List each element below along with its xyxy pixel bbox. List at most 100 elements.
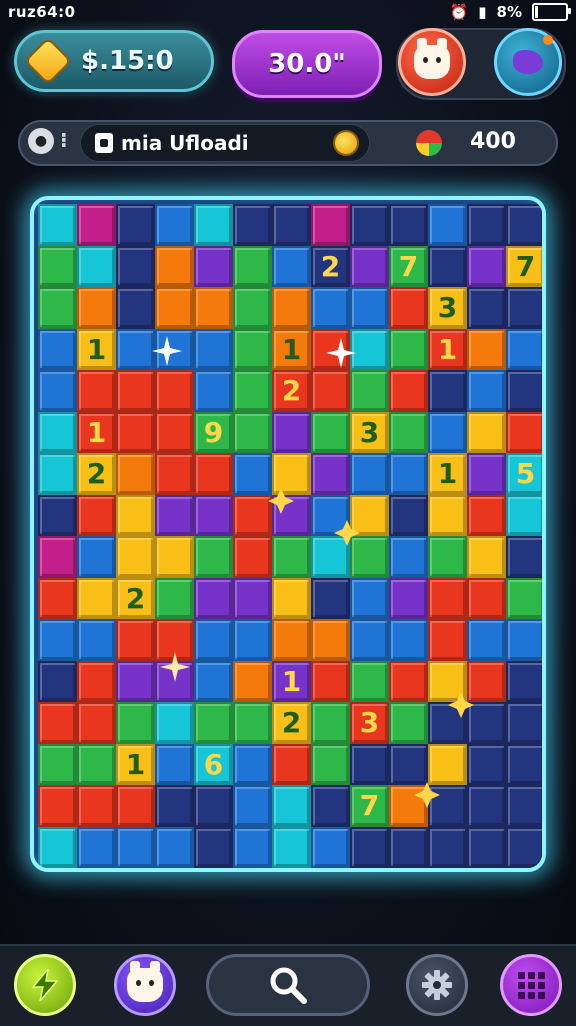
power-boost-button[interactable]: [14, 954, 76, 1016]
board-tile[interactable]: [311, 494, 350, 536]
board-tile[interactable]: [506, 287, 542, 329]
board-tile[interactable]: [194, 536, 233, 578]
numbered-tile[interactable]: 1: [77, 411, 116, 453]
board-tile[interactable]: [467, 370, 506, 412]
pet-button[interactable]: [114, 954, 176, 1016]
numbered-tile[interactable]: 2: [272, 370, 311, 412]
board-tile[interactable]: [116, 660, 155, 702]
numbered-tile[interactable]: 2: [77, 453, 116, 495]
numbered-tile[interactable]: 1: [116, 743, 155, 785]
board-tile[interactable]: [38, 536, 77, 578]
board-tile[interactable]: [506, 743, 542, 785]
board-tile[interactable]: [194, 245, 233, 287]
board-tile[interactable]: [194, 660, 233, 702]
board-tile[interactable]: [38, 328, 77, 370]
numbered-tile[interactable]: 2: [311, 245, 350, 287]
board-tile[interactable]: [233, 245, 272, 287]
board-tile[interactable]: [116, 370, 155, 412]
board-tile[interactable]: [116, 494, 155, 536]
board-tile[interactable]: [155, 204, 194, 246]
board-tile[interactable]: [350, 826, 389, 868]
board-tile[interactable]: [311, 328, 350, 370]
board-tile[interactable]: [38, 370, 77, 412]
board-tile[interactable]: [350, 536, 389, 578]
board-tile[interactable]: [77, 204, 116, 246]
player-avatar[interactable]: [398, 28, 466, 96]
board-tile[interactable]: [389, 536, 428, 578]
board-tile[interactable]: [311, 287, 350, 329]
board-tile[interactable]: [233, 453, 272, 495]
board-tile[interactable]: [428, 370, 467, 412]
numbered-tile[interactable]: 7: [389, 245, 428, 287]
board-tile[interactable]: [506, 785, 542, 827]
companion-avatar[interactable]: [494, 28, 562, 96]
board-tile[interactable]: [311, 536, 350, 578]
board-tile[interactable]: [389, 619, 428, 661]
board-tile[interactable]: [506, 370, 542, 412]
board-tile[interactable]: [38, 411, 77, 453]
board-tile[interactable]: [506, 494, 542, 536]
board-tile[interactable]: [77, 577, 116, 619]
board-tile[interactable]: [155, 577, 194, 619]
board-tile[interactable]: [233, 204, 272, 246]
board-tile[interactable]: [155, 245, 194, 287]
board-tile[interactable]: [272, 619, 311, 661]
board-tile[interactable]: [77, 785, 116, 827]
board-tile[interactable]: [155, 411, 194, 453]
board-tile[interactable]: [506, 619, 542, 661]
board-tile[interactable]: [467, 494, 506, 536]
board-tile[interactable]: [389, 826, 428, 868]
board-tile[interactable]: [467, 204, 506, 246]
board-tile[interactable]: [77, 743, 116, 785]
board-tile[interactable]: [467, 619, 506, 661]
board-tile[interactable]: [155, 619, 194, 661]
board-tile[interactable]: [389, 743, 428, 785]
board-tile[interactable]: [194, 204, 233, 246]
board-tile[interactable]: [272, 411, 311, 453]
board-tile[interactable]: [467, 826, 506, 868]
board-tile[interactable]: [467, 287, 506, 329]
board-tile[interactable]: [116, 204, 155, 246]
numbered-tile[interactable]: 6: [194, 743, 233, 785]
board-tile[interactable]: [194, 619, 233, 661]
board-tile[interactable]: [233, 328, 272, 370]
board-tile[interactable]: [311, 453, 350, 495]
board-tile[interactable]: [194, 494, 233, 536]
board-tile[interactable]: [272, 204, 311, 246]
board-tile[interactable]: [428, 743, 467, 785]
numbered-tile[interactable]: 2: [116, 577, 155, 619]
numbered-tile[interactable]: 3: [350, 411, 389, 453]
board-tile[interactable]: [506, 411, 542, 453]
board-tile[interactable]: [77, 619, 116, 661]
numbered-tile[interactable]: 3: [350, 702, 389, 744]
board-tile[interactable]: [38, 743, 77, 785]
board-tile[interactable]: [311, 204, 350, 246]
board-tile[interactable]: [428, 619, 467, 661]
board-tile[interactable]: [350, 328, 389, 370]
board-tile[interactable]: [467, 785, 506, 827]
board-tile[interactable]: [350, 453, 389, 495]
board-tile[interactable]: [389, 494, 428, 536]
board-tile[interactable]: [155, 826, 194, 868]
board-tile[interactable]: [155, 743, 194, 785]
board-tile[interactable]: [311, 619, 350, 661]
board-tile[interactable]: [77, 826, 116, 868]
board-tile[interactable]: [155, 785, 194, 827]
board-tile[interactable]: [194, 785, 233, 827]
board-tile[interactable]: [233, 577, 272, 619]
board-tile[interactable]: [389, 577, 428, 619]
board-tile[interactable]: [155, 702, 194, 744]
board-tile[interactable]: [233, 287, 272, 329]
board-tile[interactable]: [38, 577, 77, 619]
board-tile[interactable]: [389, 328, 428, 370]
board-tile[interactable]: [38, 702, 77, 744]
board-tile[interactable]: [194, 702, 233, 744]
board-tile[interactable]: [272, 785, 311, 827]
board-tile[interactable]: [233, 785, 272, 827]
board-tile[interactable]: [77, 245, 116, 287]
board-tile[interactable]: [506, 577, 542, 619]
board-tile[interactable]: [350, 619, 389, 661]
board-tile[interactable]: [389, 411, 428, 453]
board-tile[interactable]: [194, 577, 233, 619]
board-tile[interactable]: [77, 660, 116, 702]
